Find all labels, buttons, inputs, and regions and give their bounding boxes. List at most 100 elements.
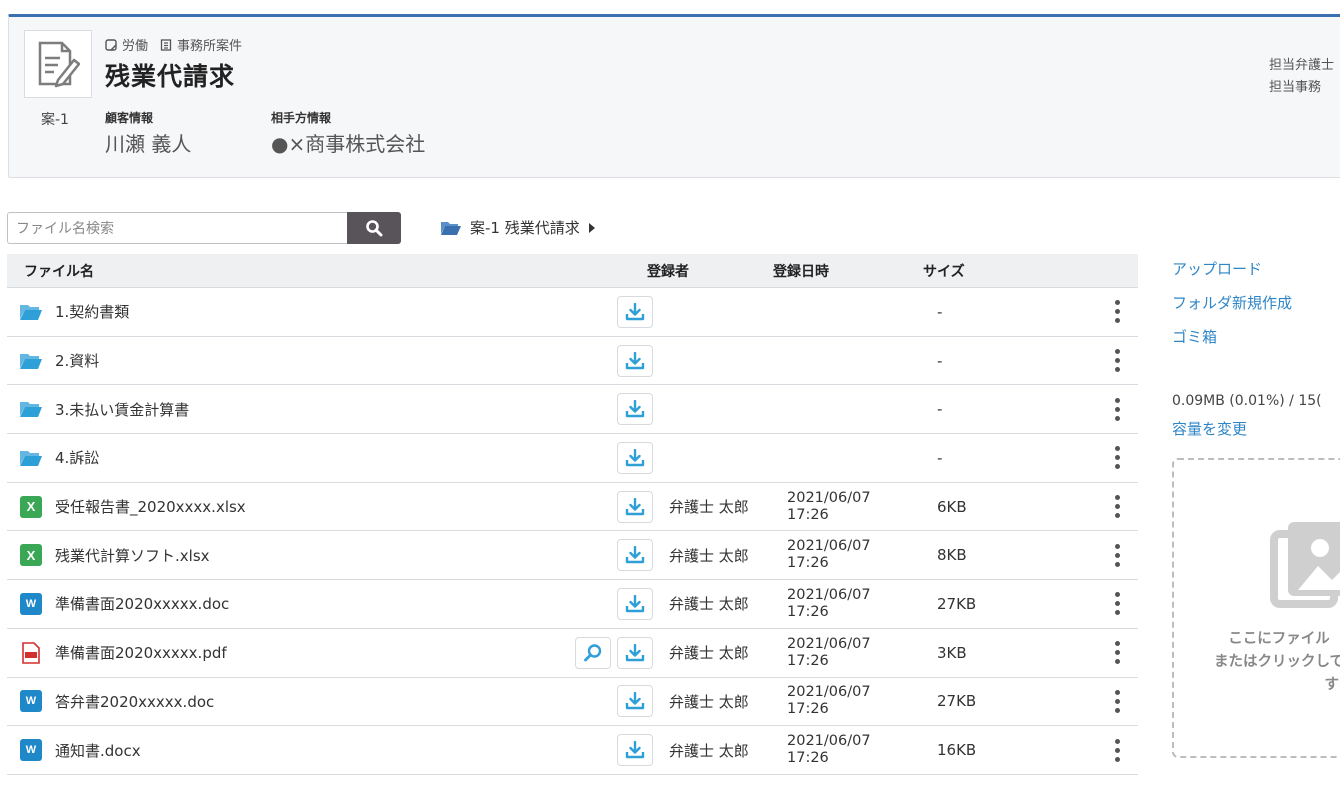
download-button[interactable] [617, 636, 653, 669]
table-row[interactable]: W 通知書.docx 弁護士 太郎 2021/06/07 17:26 16KB [7, 726, 1138, 775]
row-menu [1097, 394, 1138, 425]
file-dropzone[interactable]: ここにファイル またはクリックして する [1172, 458, 1340, 758]
word-file-icon: W [20, 592, 42, 615]
kebab-menu-icon[interactable] [1109, 735, 1126, 766]
kebab-menu-icon[interactable] [1109, 296, 1126, 327]
row-date: 2021/06/07 [787, 733, 871, 750]
row-actions [575, 539, 661, 572]
download-icon [625, 351, 645, 369]
kebab-menu-icon[interactable] [1109, 345, 1126, 376]
kebab-menu-icon[interactable] [1109, 394, 1126, 425]
table-row[interactable]: 4.訴訟 - [7, 434, 1138, 483]
row-actions [575, 490, 661, 523]
row-actions [575, 344, 661, 377]
opponent-name[interactable]: ●×商事株式会社 [271, 128, 425, 157]
download-button[interactable] [617, 441, 653, 474]
table-body: 1.契約書類 - 2.資料 - 3.未払い賃金計算書 - 4.訴訟 - X 受任報告書_2020x… [7, 288, 1138, 775]
header-size[interactable]: サイズ [923, 261, 1083, 281]
table-row[interactable]: W 答弁書2020xxxxx.doc 弁護士 太郎 2021/06/07 17:26 27… [7, 678, 1138, 727]
kebab-menu-icon[interactable] [1109, 686, 1126, 717]
row-menu [1097, 442, 1138, 473]
row-size: - [937, 351, 943, 370]
row-menu [1097, 345, 1138, 376]
row-file-name[interactable]: 通知書.docx [55, 740, 575, 761]
download-icon [625, 692, 645, 710]
table-row[interactable]: 3.未払い賃金計算書 - [7, 385, 1138, 435]
download-icon [625, 546, 645, 564]
search-button[interactable] [347, 212, 401, 244]
table-row[interactable]: X 受任報告書_2020xxxx.xlsx 弁護士 太郎 2021/06/07 17:2… [7, 483, 1138, 532]
row-size: 3KB [937, 643, 967, 662]
row-date: 2021/06/07 [787, 489, 871, 506]
table-row[interactable]: W 準備書面2020xxxxx.doc 弁護士 太郎 2021/06/07 17:26 2… [7, 580, 1138, 629]
image-placeholder-icon [1270, 522, 1340, 608]
client-name[interactable]: 川瀬 義人 [105, 128, 191, 157]
change-capacity-link[interactable]: 容量を変更 [1172, 418, 1247, 439]
row-icon [7, 352, 55, 370]
row-registrant: 弁護士 太郎 [669, 644, 749, 663]
row-size: - [937, 302, 943, 321]
row-actions [575, 393, 661, 426]
download-button[interactable] [617, 490, 653, 523]
row-size: 6KB [937, 497, 967, 516]
kebab-menu-icon[interactable] [1109, 540, 1126, 571]
download-button[interactable] [617, 393, 653, 426]
row-time: 17:26 [787, 555, 829, 572]
download-button[interactable] [617, 344, 653, 377]
row-file-name[interactable]: 準備書面2020xxxxx.doc [55, 593, 575, 614]
kebab-menu-icon[interactable] [1109, 491, 1126, 522]
table-row[interactable]: 1.契約書類 - [7, 288, 1138, 337]
row-file-name[interactable]: 答弁書2020xxxxx.doc [55, 691, 575, 712]
file-search-input[interactable] [7, 212, 347, 244]
row-size: 27KB [937, 594, 977, 613]
side-actions: アップロード フォルダ新規作成 ゴミ箱 [1172, 258, 1340, 360]
client-label: 顧客情報 [105, 111, 154, 125]
row-file-name[interactable]: 1.契約書類 [55, 301, 575, 322]
kebab-menu-icon[interactable] [1109, 637, 1126, 668]
folder-open-icon [441, 221, 461, 235]
excel-file-icon: X [20, 495, 42, 518]
header-registrant[interactable]: 登録者 [647, 261, 773, 281]
row-registered-at: 2021/06/07 17:26 [787, 684, 937, 718]
header-file-name[interactable]: ファイル名 [7, 261, 647, 281]
new-folder-link[interactable]: フォルダ新規作成 [1172, 292, 1340, 313]
row-menu [1097, 686, 1138, 717]
trash-link[interactable]: ゴミ箱 [1172, 326, 1340, 347]
breadcrumb-current[interactable]: 案-1 残業代請求 [470, 217, 580, 238]
download-button[interactable] [617, 734, 653, 767]
case-tags: 労働 事務所案件 [105, 35, 242, 54]
folder-open-icon [20, 353, 42, 369]
row-file-name[interactable]: 準備書面2020xxxxx.pdf [55, 642, 575, 663]
table-row[interactable]: 2.資料 - [7, 337, 1138, 386]
row-menu [1097, 540, 1138, 571]
download-button[interactable] [617, 685, 653, 718]
row-file-name[interactable]: 受任報告書_2020xxxx.xlsx [55, 496, 575, 517]
row-icon: X [7, 544, 55, 567]
row-file-name[interactable]: 2.資料 [55, 350, 575, 371]
download-button[interactable] [617, 539, 653, 572]
table-header: ファイル名 登録者 登録日時 サイズ [7, 254, 1138, 288]
kebab-menu-icon[interactable] [1109, 442, 1126, 473]
upload-link[interactable]: アップロード [1172, 258, 1340, 279]
row-file-name[interactable]: 残業代計算ソフト.xlsx [55, 545, 575, 566]
file-table: ファイル名 登録者 登録日時 サイズ 1.契約書類 - 2.資料 - 3.未払い賃金計算… [7, 254, 1138, 775]
row-actions [575, 587, 661, 620]
download-button[interactable] [617, 295, 653, 328]
header-registered-at[interactable]: 登録日時 [773, 261, 923, 281]
preview-button[interactable] [575, 636, 611, 669]
row-file-name[interactable]: 3.未払い賃金計算書 [55, 399, 575, 420]
row-actions [575, 441, 661, 474]
row-registered-at: 2021/06/07 17:26 [787, 733, 937, 767]
search-icon [366, 220, 383, 237]
dropzone-line-1: ここにファイル [1228, 631, 1330, 647]
row-menu [1097, 296, 1138, 327]
excel-file-icon: X [20, 544, 42, 567]
table-row[interactable]: X 残業代計算ソフト.xlsx 弁護士 太郎 2021/06/07 17:26 8KB [7, 531, 1138, 581]
caret-right-icon[interactable] [588, 222, 596, 234]
row-file-name[interactable]: 4.訴訟 [55, 447, 575, 468]
download-button[interactable] [617, 587, 653, 620]
kebab-menu-icon[interactable] [1109, 588, 1126, 619]
row-menu [1097, 588, 1138, 619]
table-row[interactable]: 準備書面2020xxxxx.pdf 弁護士 太郎 2021/06/07 17:26 3K… [7, 629, 1138, 678]
case-header: 案-1 労働 事務所案件 残業代請求 顧客情報 川瀬 義人 相手方情報 ●×商事… [8, 14, 1340, 178]
